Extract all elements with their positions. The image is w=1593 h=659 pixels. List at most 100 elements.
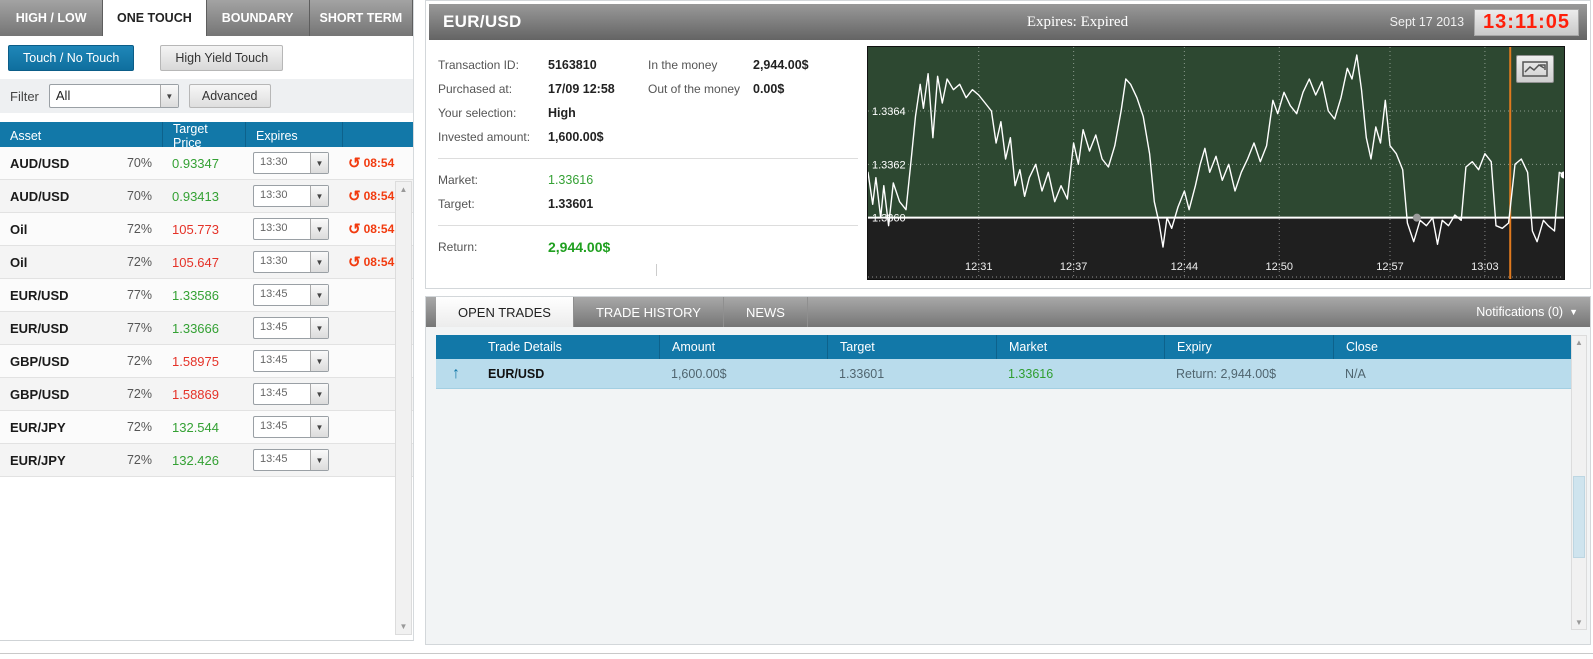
countdown-time: 08:54 [363,189,395,203]
asset-row[interactable]: GBP/USD 72% 1.58869 13:45 ▼ [0,378,413,411]
tab-high-low[interactable]: HIGH / LOW [0,0,104,36]
expires-select[interactable]: 13:30 ▼ [253,185,329,207]
expires-select[interactable]: 13:45 ▼ [253,284,329,306]
divider [438,225,858,226]
asset-target-price: 0.93347 [172,155,219,171]
chevron-down-icon: ▼ [310,153,328,173]
asset-row[interactable]: Oil 72% 105.647 13:30 ▼ ↻ 08:54 [0,246,413,279]
notifications-dropdown[interactable]: Notifications (0) ▼ [1476,297,1578,327]
scroll-up-icon[interactable]: ▲ [1575,336,1583,349]
expires-select[interactable]: 13:45 ▼ [253,383,329,405]
server-clock: 13:11:05 [1474,8,1579,36]
expires-select[interactable]: 13:30 ▼ [253,251,329,273]
tab-news[interactable]: NEWS [724,297,808,327]
scroll-up-icon[interactable]: ▲ [400,182,408,197]
high-yield-touch-button[interactable]: High Yield Touch [160,45,284,71]
svg-text:12:37: 12:37 [1060,261,1088,273]
asset-name: EUR/USD [10,287,69,303]
scroll-thumb[interactable] [1573,476,1585,558]
asset-table-scrollbar[interactable]: ▲ ▼ [395,181,412,635]
asset-row[interactable]: EUR/JPY 72% 132.426 13:45 ▼ [0,444,413,477]
chart-type-button[interactable] [1516,55,1554,83]
tab-open-trades[interactable]: OPEN TRADES [436,297,574,327]
target-label: Target: [438,197,475,211]
scroll-down-icon[interactable]: ▼ [400,619,408,634]
trading-sidebar: HIGH / LOW ONE TOUCH BOUNDARY SHORT TERM… [0,0,414,641]
countdown-clock-icon: ↻ [348,220,361,238]
expires-value: 13:30 [260,156,288,168]
asset-payout: 72% [126,222,152,236]
col-asset: Asset [10,129,42,143]
expires-value: 13:45 [260,354,288,366]
svg-text:1.3364: 1.3364 [872,106,906,118]
trade-market: 1.33616 [1008,366,1054,381]
asset-payout: 77% [126,321,152,335]
chevron-down-icon: ▼ [310,384,328,404]
asset-row[interactable]: EUR/USD 77% 1.33666 13:45 ▼ [0,312,413,345]
asset-name: AUD/USD [10,155,70,171]
open-trades-header: Trade Details Amount Target Market Expir… [436,335,1580,359]
transaction-id-label: Transaction ID: [438,58,519,72]
touch-no-touch-button[interactable]: Touch / No Touch [8,45,135,71]
expires-select[interactable]: 13:45 ▼ [253,350,329,372]
asset-row[interactable]: AUD/USD 70% 0.93347 13:30 ▼ ↻ 08:54 [0,147,413,180]
asset-name: GBP/USD [10,353,70,369]
price-chart: 1.3364 1.3362 1.3360 12:31 12:37 12:44 12:50 12… [867,46,1565,280]
expires-select[interactable]: 13:45 ▼ [253,449,329,471]
divider [438,158,858,159]
chevron-down-icon: ▼ [310,351,328,371]
expires-select[interactable]: 13:30 ▼ [253,152,329,174]
market-label: Market: [438,173,479,187]
out-of-money-value: 0.00$ [753,82,785,96]
svg-text:13:03: 13:03 [1471,261,1499,273]
chevron-down-icon: ▼ [310,186,328,206]
asset-row[interactable]: GBP/USD 72% 1.58975 13:45 ▼ [0,345,413,378]
expires-select[interactable]: 13:45 ▼ [253,317,329,339]
asset-target-price: 1.58975 [172,353,219,369]
symbol-title: EUR/USD [443,12,522,31]
tab-one-touch[interactable]: ONE TOUCH [103,0,207,36]
selection-label: Your selection: [438,106,517,120]
asset-row[interactable]: EUR/USD 77% 1.33586 13:45 ▼ [0,279,413,312]
option-type-tabs: HIGH / LOW ONE TOUCH BOUNDARY SHORT TERM [0,0,413,36]
expires-select[interactable]: 13:30 ▼ [253,218,329,240]
direction-up-icon: ↑ [452,364,460,382]
out-of-money-label: Out of the money [648,82,741,96]
col-close: Close [1333,335,1580,359]
chevron-down-icon: ▼ [310,318,328,338]
countdown-clock-icon: ↻ [348,253,361,271]
advanced-button[interactable]: Advanced [188,84,271,108]
chevron-down-icon: ▼ [310,450,328,470]
open-trades-scrollbar[interactable]: ▲ ▼ [1571,335,1587,630]
trade-close: N/A [1345,366,1366,381]
col-market: Market [996,335,1164,359]
countdown-time: 08:54 [363,222,395,236]
svg-text:12:57: 12:57 [1376,261,1404,273]
purchased-at-value: 17/09 12:58 [548,82,615,96]
tab-trade-history[interactable]: TRADE HISTORY [574,297,724,327]
asset-target-price: 1.58869 [172,386,219,402]
trade-target: 1.33601 [839,366,885,381]
tab-short-term[interactable]: SHORT TERM [309,0,413,36]
expires-value: Expired [1080,13,1129,30]
asset-row[interactable]: Oil 72% 105.773 13:30 ▼ ↻ 08:54 [0,213,413,246]
expires-select[interactable]: 13:45 ▼ [253,416,329,438]
open-trade-row[interactable]: ↑ EUR/USD 1,600.00$ 1.33601 1.33616 Retu… [436,359,1580,389]
asset-target-price: 105.773 [172,221,219,237]
tab-boundary[interactable]: BOUNDARY [206,0,310,36]
panel-resize-grip[interactable] [656,264,657,276]
asset-row[interactable]: EUR/JPY 72% 132.544 13:45 ▼ [0,411,413,444]
filter-select[interactable]: All ▼ [48,84,179,108]
chevron-down-icon: ▼ [310,219,328,239]
touch-mode-buttons: Touch / No Touch High Yield Touch [0,36,413,79]
col-amount: Amount [659,335,827,359]
col-expires: Expires [245,122,342,150]
expires-value: 13:45 [260,387,288,399]
filter-label: Filter [10,88,39,104]
scroll-down-icon[interactable]: ▼ [1575,616,1583,629]
asset-name: EUR/USD [10,320,69,336]
return-value: 2,944.00$ [548,239,611,255]
asset-row[interactable]: AUD/USD 70% 0.93413 13:30 ▼ ↻ 08:54 [0,180,413,213]
trade-header: EUR/USD Expires: Expired Sept 17 2013 13… [429,4,1587,40]
asset-table: Asset Target Price Expires AUD/USD 70% 0.9… [0,122,413,477]
